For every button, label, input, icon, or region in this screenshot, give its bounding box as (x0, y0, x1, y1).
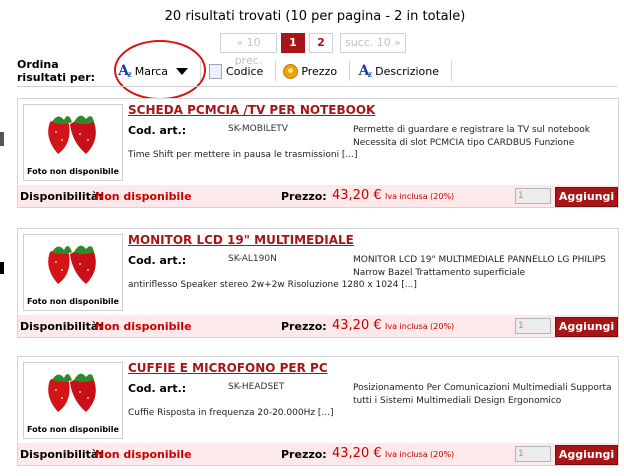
product-footer: Disponibilità: Non disponibile Prezzo: 4… (18, 315, 618, 337)
coin-icon (282, 63, 298, 79)
price-label: Prezzo: (281, 320, 327, 333)
vat-note: Iva inclusa (20%) (385, 192, 455, 201)
left-edge-marker (0, 132, 4, 146)
sort-option-description[interactable]: Az Descrizione (350, 61, 452, 81)
quantity-input[interactable] (515, 446, 551, 462)
code-list-icon (207, 63, 223, 79)
product-card: Foto non disponibile SCHEDA PCMCIA /TV P… (17, 98, 619, 208)
product-description: Posizionamento Per Comunicazioni Multime… (353, 383, 612, 406)
sort-option-label: Codice (226, 64, 264, 78)
price-label: Prezzo: (281, 448, 327, 461)
sort-divider (17, 86, 617, 87)
image-caption: Foto non disponibile (27, 425, 119, 434)
az-sort-icon: Az (118, 63, 132, 79)
sort-option-label: Descrizione (375, 64, 439, 78)
product-card: Foto non disponibile CUFFIE E MICROFONO … (17, 356, 619, 466)
next-page-button[interactable]: succ. 10 » (340, 33, 406, 53)
availability-status: Non disponibile (95, 190, 192, 203)
availability-status: Non disponibile (95, 320, 192, 333)
code-label: Cod. art.: (128, 254, 187, 267)
product-code: SK-MOBILETV (228, 124, 288, 134)
results-summary: 20 risultati trovati (10 per pagina - 2 … (164, 9, 466, 24)
product-code: SK-HEADSET (228, 382, 285, 392)
availability-label: Disponibilità: (20, 320, 103, 333)
vat-note: Iva inclusa (20%) (385, 322, 455, 331)
product-card: Foto non disponibile MONITOR LCD 19" MUL… (17, 228, 619, 338)
price-label: Prezzo: (281, 190, 327, 203)
product-code: SK-AL190N (228, 254, 277, 264)
code-label: Cod. art.: (128, 382, 187, 395)
strawberry-icon (48, 373, 96, 412)
strawberry-icon (48, 115, 96, 154)
availability-status: Non disponibile (95, 448, 192, 461)
left-edge-marker (0, 262, 4, 274)
strawberry-icon (48, 245, 96, 284)
page-1-button[interactable]: 1 (281, 33, 305, 53)
product-description-continued: antiriflesso Speaker stereo 2w+2w Risolu… (128, 280, 417, 290)
az-sort-icon: Az (358, 63, 373, 79)
pagination: « 10 prec. 1 2 succ. 10 » (220, 33, 406, 67)
product-title-link[interactable]: SCHEDA PCMCIA /TV PER NOTEBOOK (128, 103, 375, 117)
sort-label: Ordina risultati per: (17, 58, 96, 84)
sort-option-brand[interactable]: Az Marca (112, 61, 202, 81)
product-title-link[interactable]: CUFFIE E MICROFONO PER PC (128, 361, 328, 375)
add-to-cart-button[interactable]: Aggiungi (555, 445, 618, 465)
add-to-cart-button[interactable]: Aggiungi (555, 317, 618, 337)
product-description-continued: Cuffie Risposta in frequenza 20-20.000Hz… (128, 408, 334, 418)
sort-bar: Ordina risultati per: Az Marca Codice Pr… (12, 58, 452, 84)
sort-option-price[interactable]: Prezzo (276, 61, 351, 81)
page-2-button[interactable]: 2 (309, 33, 333, 53)
product-image[interactable]: Foto non disponibile (23, 104, 123, 181)
quantity-input[interactable] (515, 318, 551, 334)
sort-option-label: Marca (134, 64, 169, 78)
sort-option-label: Prezzo (301, 64, 338, 78)
product-price: 43,20 € (332, 446, 382, 461)
prev-page-button[interactable]: « 10 prec. (220, 33, 277, 67)
sort-option-code[interactable]: Codice (201, 61, 277, 81)
product-price: 43,20 € (332, 188, 382, 203)
product-image[interactable]: Foto non disponibile (23, 234, 123, 311)
product-description-continued: Time Shift per mettere in pausa le trasm… (128, 150, 358, 160)
product-image[interactable]: Foto non disponibile (23, 362, 123, 439)
product-title-link[interactable]: MONITOR LCD 19" MULTIMEDIALE (128, 233, 354, 247)
product-description: MONITOR LCD 19" MULTIMEDIALE PANNELLO LG… (353, 255, 606, 278)
product-description: Permette di guardare e registrare la TV … (353, 125, 590, 148)
sort-direction-icon[interactable] (176, 67, 189, 75)
vat-note: Iva inclusa (20%) (385, 450, 455, 459)
product-price: 43,20 € (332, 318, 382, 333)
image-caption: Foto non disponibile (27, 167, 119, 176)
add-to-cart-button[interactable]: Aggiungi (555, 187, 618, 207)
product-footer: Disponibilità: Non disponibile Prezzo: 4… (18, 185, 618, 207)
product-footer: Disponibilità: Non disponibile Prezzo: 4… (18, 443, 618, 465)
availability-label: Disponibilità: (20, 190, 103, 203)
code-label: Cod. art.: (128, 124, 187, 137)
availability-label: Disponibilità: (20, 448, 103, 461)
image-caption: Foto non disponibile (27, 297, 119, 306)
quantity-input[interactable] (515, 188, 551, 204)
